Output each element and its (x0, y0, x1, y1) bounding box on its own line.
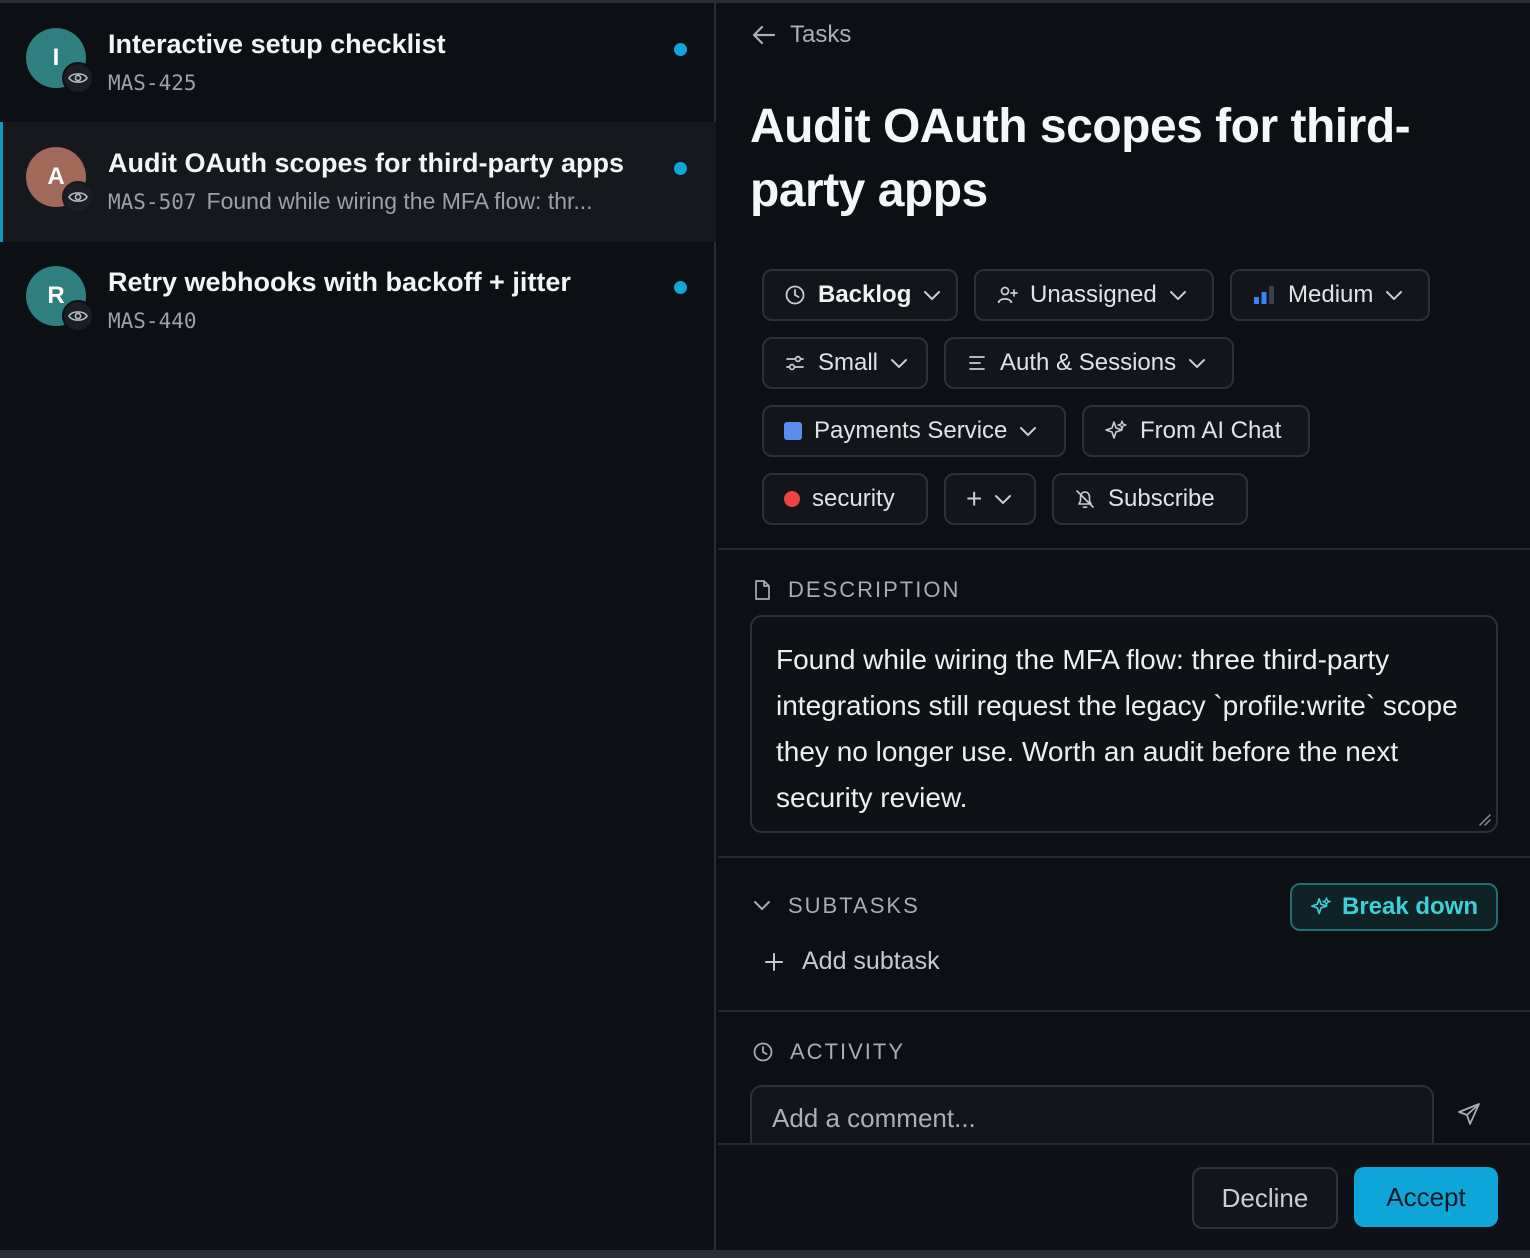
description-heading: DESCRIPTION (752, 577, 960, 603)
avatar-initial: A (47, 163, 65, 190)
chevron-down-icon (891, 359, 908, 369)
list-item-id: MAS-425 (108, 71, 197, 95)
avatar: R (26, 266, 94, 332)
status-chip-label: Backlog (818, 281, 912, 308)
divider (718, 856, 1530, 858)
description-text: Found while wiring the MFA flow: three t… (776, 644, 1458, 813)
comment-input[interactable]: Add a comment... (750, 1085, 1434, 1147)
task-title[interactable]: Audit OAuth scopes for third-party apps (750, 95, 1470, 223)
area-chip-label: Auth & Sessions (1000, 349, 1177, 376)
add-label-chip[interactable]: + (944, 473, 1036, 525)
status-chip[interactable]: Backlog (762, 269, 958, 321)
chevron-down-icon (1189, 359, 1206, 369)
subtasks-heading-label: SUBTASKS (788, 893, 920, 918)
list-item-meta: MAS-507 Found while wiring the MFA flow: … (108, 188, 668, 215)
assignee-chip[interactable]: Unassigned (974, 269, 1214, 321)
break-down-button[interactable]: Break down (1290, 883, 1498, 931)
chevron-down-icon (1386, 291, 1403, 301)
back-link[interactable]: Tasks (752, 21, 851, 49)
document-icon (755, 580, 770, 600)
eye-icon (62, 300, 94, 332)
unread-dot (674, 43, 687, 56)
list-item[interactable]: I Interactive setup checklist MAS-425 (0, 3, 716, 123)
list-item-title: Audit OAuth scopes for third-party apps (108, 148, 625, 178)
assignee-chip-label: Unassigned (1030, 281, 1157, 308)
chevron-down-icon (995, 495, 1012, 505)
sliders-icon (786, 355, 804, 371)
description-heading-label: DESCRIPTION (788, 577, 961, 602)
list-item-meta: MAS-440 (108, 307, 668, 334)
chevron-down-icon (924, 291, 941, 301)
list-item-meta: MAS-425 (108, 69, 668, 96)
plus-icon (765, 952, 783, 971)
size-chip-label: Small (818, 349, 879, 376)
priority-chip-label: Medium (1288, 281, 1374, 308)
chevron-down-icon (1169, 291, 1186, 301)
list-item-id: MAS-440 (108, 309, 197, 333)
clock-icon (753, 1042, 773, 1062)
add-subtask-button[interactable]: Add subtask (764, 947, 940, 976)
break-down-label: Break down (1341, 893, 1479, 920)
activity-heading-label: ACTIVITY (790, 1039, 906, 1064)
arrow-left-icon (752, 25, 776, 45)
size-chip[interactable]: Small (762, 337, 928, 389)
list-item-selected[interactable]: A Audit OAuth scopes for third-party app… (0, 122, 716, 242)
accept-button[interactable]: Accept (1354, 1167, 1498, 1227)
eye-icon (62, 62, 94, 94)
project-chip[interactable]: Payments Service (762, 405, 1066, 457)
project-color-swatch (784, 422, 802, 440)
avatar: A (26, 147, 94, 213)
list-item[interactable]: R Retry webhooks with backoff + jitter M… (0, 241, 716, 361)
add-subtask-label: Add subtask (802, 947, 940, 975)
project-chip-label: Payments Service (814, 417, 1008, 444)
unread-dot (674, 162, 687, 175)
decline-button[interactable]: Decline (1192, 1167, 1338, 1229)
resize-handle-icon[interactable] (1478, 813, 1492, 827)
sparkles-icon (1310, 897, 1331, 915)
avatar: I (26, 28, 94, 94)
chevron-down-icon (754, 901, 770, 911)
label-chip-label: security (812, 485, 895, 512)
clock-icon (785, 285, 805, 305)
divider (718, 548, 1530, 550)
subscribe-chip[interactable]: Subscribe (1052, 473, 1248, 525)
eye-icon (62, 181, 94, 213)
action-footer: Decline Accept (718, 1143, 1530, 1250)
divider (718, 1010, 1530, 1012)
sparkles-icon (1105, 420, 1127, 439)
subscribe-chip-label: Subscribe (1108, 485, 1215, 512)
list-item-id: MAS-507 (108, 190, 197, 214)
source-chip[interactable]: From AI Chat (1082, 405, 1310, 457)
list-item-title: Interactive setup checklist (108, 29, 446, 59)
list-item-title: Retry webhooks with backoff + jitter (108, 267, 571, 297)
chevron-down-icon (1020, 427, 1037, 437)
signal-bars-icon (1254, 286, 1274, 304)
label-chip[interactable]: security (762, 473, 928, 525)
unread-dot (674, 281, 687, 294)
avatar-initial: R (47, 282, 65, 309)
description-textarea[interactable]: Found while wiring the MFA flow: three t… (750, 615, 1498, 833)
plus-label: + (966, 483, 983, 514)
activity-heading: ACTIVITY (752, 1039, 905, 1065)
task-detail-panel: Tasks Audit OAuth scopes for third-party… (718, 3, 1530, 1250)
source-chip-label: From AI Chat (1140, 417, 1282, 444)
list-icon (969, 356, 985, 370)
bell-off-icon (1076, 490, 1094, 509)
label-color-dot (784, 491, 800, 507)
area-chip[interactable]: Auth & Sessions (944, 337, 1234, 389)
back-label: Tasks (790, 21, 852, 48)
send-icon[interactable] (1456, 1101, 1482, 1127)
list-item-snippet: Found while wiring the MFA flow: thr... (206, 188, 593, 214)
comment-placeholder: Add a comment... (772, 1103, 976, 1133)
task-list: I Interactive setup checklist MAS-425 A … (0, 3, 716, 1250)
subtasks-heading[interactable]: SUBTASKS (752, 893, 920, 919)
priority-chip[interactable]: Medium (1230, 269, 1430, 321)
avatar-initial: I (52, 44, 60, 71)
user-plus-icon (997, 286, 1018, 304)
